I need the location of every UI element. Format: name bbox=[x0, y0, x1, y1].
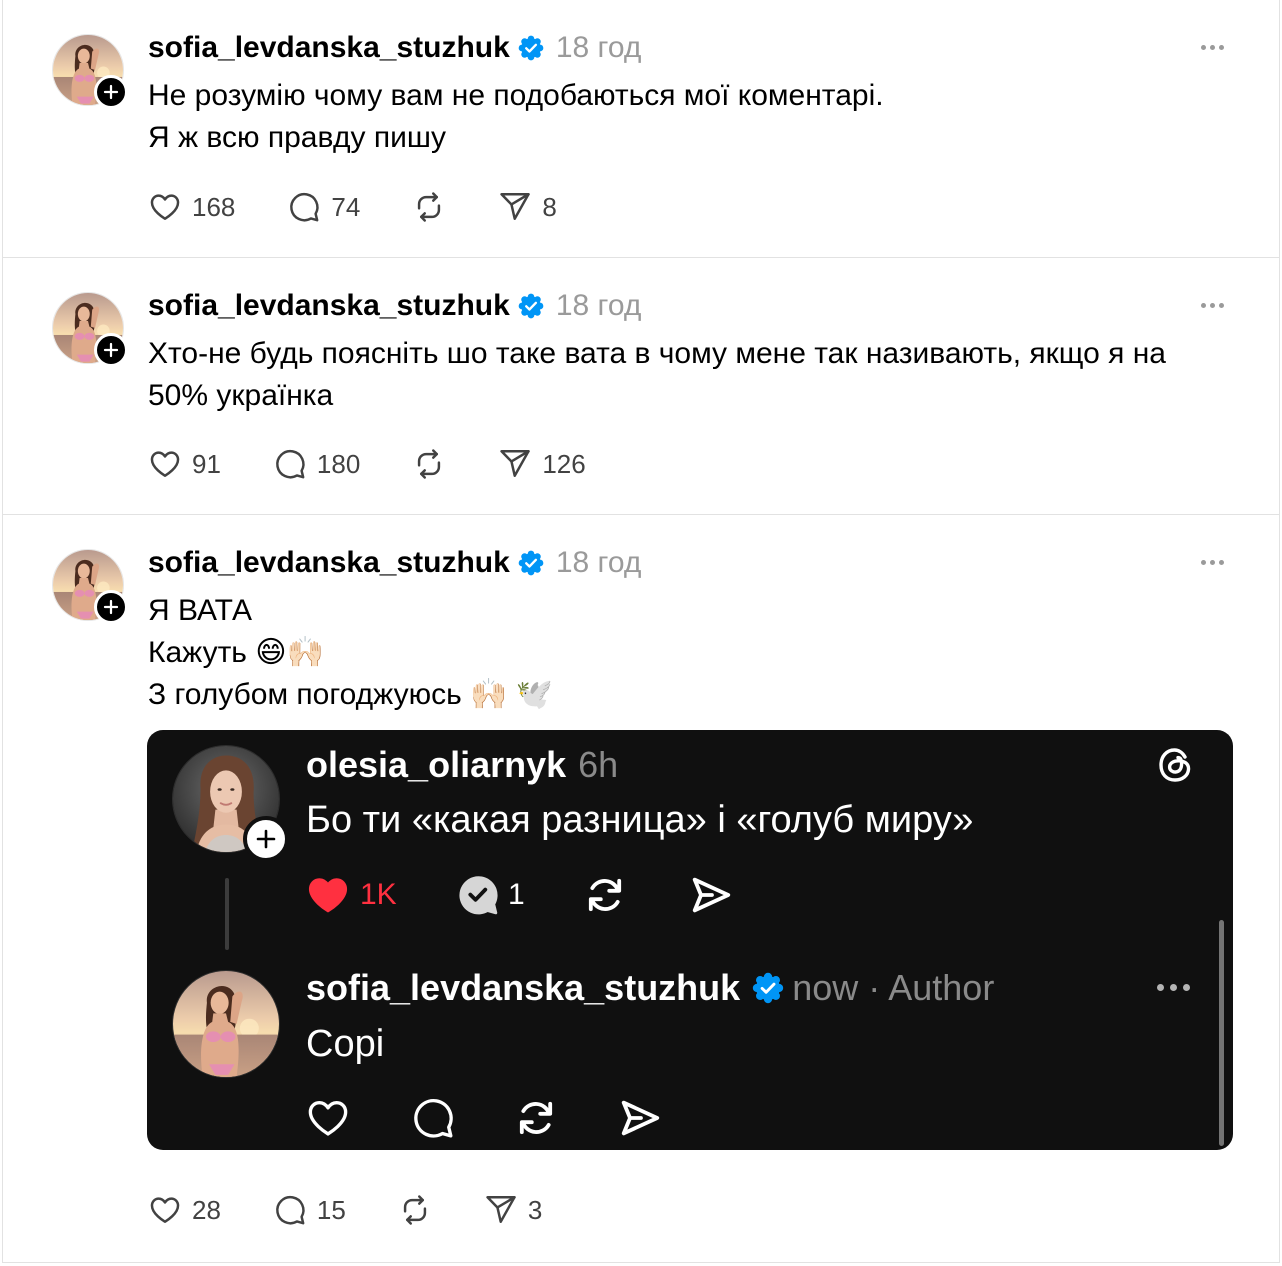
like-count: 1K bbox=[360, 878, 397, 911]
reply-button[interactable]: 15 bbox=[273, 1193, 346, 1227]
reply-count: 74 bbox=[331, 192, 361, 222]
share-icon bbox=[688, 872, 734, 918]
repost-icon bbox=[412, 190, 446, 224]
reply-count: 15 bbox=[316, 1195, 346, 1225]
post-header: sofia_levdanska_stuzhuk 18 год bbox=[148, 286, 641, 326]
comment-icon bbox=[273, 1193, 307, 1227]
verified-badge-icon bbox=[518, 293, 544, 319]
heart-icon bbox=[148, 1193, 182, 1227]
repost-icon bbox=[398, 1193, 432, 1227]
verified-badge-icon bbox=[518, 550, 544, 576]
post: sofia_levdanska_stuzhuk 18 год Хто-не бу… bbox=[0, 258, 1282, 514]
post-text: Я ВАТА Кажуть 😄🙌🏻 З голубом погоджуюсь 🙌… bbox=[148, 590, 553, 716]
post-text-line: Я ж всю правду пишу bbox=[148, 121, 446, 154]
share-icon bbox=[498, 447, 532, 481]
like-count: 168 bbox=[192, 192, 236, 222]
more-icon bbox=[1157, 984, 1190, 992]
post-text-line: Не розумію чому вам не подобаються мої к… bbox=[148, 79, 884, 112]
heart-icon bbox=[305, 872, 351, 918]
repost-icon bbox=[513, 1095, 559, 1141]
comment-time: 6h bbox=[578, 744, 619, 785]
post-actions: 168 74 8 bbox=[148, 187, 557, 227]
post-text: Хто-не будь поясніть шо таке вата в чому… bbox=[148, 333, 1166, 417]
threads-logo-icon bbox=[1155, 745, 1195, 785]
plus-icon bbox=[102, 341, 120, 359]
post: sofia_levdanska_stuzhuk 18 год Не розумі… bbox=[0, 0, 1282, 257]
like-button[interactable]: 168 bbox=[148, 190, 235, 224]
username: olesia_oliarnyk bbox=[306, 744, 567, 785]
post-time[interactable]: 18 год bbox=[556, 28, 642, 68]
username[interactable]: sofia_levdanska_stuzhuk bbox=[148, 543, 510, 583]
post-header: sofia_levdanska_stuzhuk 18 год bbox=[148, 28, 641, 68]
repost-button[interactable] bbox=[412, 190, 446, 224]
plus-icon bbox=[254, 827, 278, 851]
reply-count: 1 bbox=[508, 878, 525, 911]
follow-button[interactable] bbox=[94, 590, 128, 624]
repost-button[interactable] bbox=[398, 1193, 432, 1227]
share-button[interactable]: 3 bbox=[484, 1193, 542, 1227]
like-count: 91 bbox=[192, 449, 221, 479]
like-button[interactable]: 28 bbox=[148, 1193, 221, 1227]
comment-icon bbox=[287, 190, 321, 224]
reply-text: Сорі bbox=[306, 1023, 385, 1065]
post-text: Не розумію чому вам не подобаються мої к… bbox=[148, 75, 884, 159]
follow-button bbox=[243, 816, 289, 862]
scrollbar bbox=[1219, 920, 1224, 1146]
post-time[interactable]: 18 год bbox=[556, 286, 642, 326]
share-count: 126 bbox=[542, 449, 586, 479]
like-count: 28 bbox=[192, 1195, 221, 1225]
reply-actions bbox=[305, 1095, 765, 1141]
follow-button[interactable] bbox=[94, 333, 128, 367]
share-count: 3 bbox=[527, 1195, 543, 1225]
verified-badge-icon bbox=[518, 35, 544, 61]
post-header: sofia_levdanska_stuzhuk 18 год bbox=[148, 543, 641, 583]
thread-line bbox=[225, 878, 229, 950]
post-actions: 28 15 3 bbox=[148, 1190, 542, 1230]
post-text-line: З голубом погоджуюсь 🙌🏻 🕊️ bbox=[148, 678, 554, 711]
post-text-line: Хто-не будь поясніть шо таке вата в чому… bbox=[148, 337, 1166, 370]
more-icon[interactable] bbox=[1201, 560, 1224, 566]
comment-header: olesia_oliarnyk 6h bbox=[306, 744, 618, 786]
heart-icon bbox=[148, 447, 182, 481]
verified-badge-icon bbox=[752, 972, 784, 1004]
comment-check-icon bbox=[455, 872, 501, 918]
reply-button[interactable]: 74 bbox=[287, 190, 360, 224]
heart-icon bbox=[148, 190, 182, 224]
more-icon[interactable] bbox=[1201, 303, 1224, 309]
post-text-line: Кажуть 😄🙌🏻 bbox=[148, 636, 324, 669]
repost-icon bbox=[412, 447, 446, 481]
username[interactable]: sofia_levdanska_stuzhuk bbox=[148, 286, 510, 326]
reply-header: sofia_levdanska_stuzhuk now · Author bbox=[306, 967, 994, 1009]
comment-text: Бо ти «какая разница» і «голуб миру» bbox=[306, 799, 974, 841]
repost-button[interactable] bbox=[412, 447, 446, 481]
comment-icon bbox=[273, 447, 307, 481]
post-time[interactable]: 18 год bbox=[556, 543, 642, 583]
share-icon bbox=[498, 190, 532, 224]
plus-icon bbox=[102, 83, 120, 101]
post-text-line: 50% українка bbox=[148, 379, 334, 412]
share-button[interactable]: 126 bbox=[498, 447, 586, 481]
reply-meta: now · Author bbox=[792, 967, 995, 1008]
like-button[interactable]: 91 bbox=[148, 447, 221, 481]
share-icon bbox=[617, 1095, 663, 1141]
reply-count: 180 bbox=[316, 449, 361, 479]
username[interactable]: sofia_levdanska_stuzhuk bbox=[148, 28, 510, 68]
username: sofia_levdanska_stuzhuk bbox=[306, 967, 741, 1008]
repost-icon bbox=[582, 872, 628, 918]
embedded-screenshot[interactable]: olesia_oliarnyk 6h Бо ти «какая разница»… bbox=[147, 730, 1233, 1150]
avatar bbox=[172, 970, 280, 1078]
heart-icon bbox=[305, 1095, 351, 1141]
post-text-line: Я ВАТА bbox=[148, 594, 253, 627]
post-actions: 91 180 126 bbox=[148, 444, 586, 484]
post: sofia_levdanska_stuzhuk 18 год Я ВАТА Ка… bbox=[0, 515, 1282, 1262]
share-icon bbox=[484, 1193, 518, 1227]
share-button[interactable]: 8 bbox=[498, 190, 557, 224]
follow-button[interactable] bbox=[94, 75, 128, 109]
comment-icon bbox=[410, 1095, 456, 1141]
comment-actions: 1K 1 bbox=[305, 872, 765, 918]
share-count: 8 bbox=[542, 192, 557, 222]
more-icon[interactable] bbox=[1201, 45, 1224, 51]
plus-icon bbox=[102, 598, 120, 616]
reply-button[interactable]: 180 bbox=[273, 447, 360, 481]
